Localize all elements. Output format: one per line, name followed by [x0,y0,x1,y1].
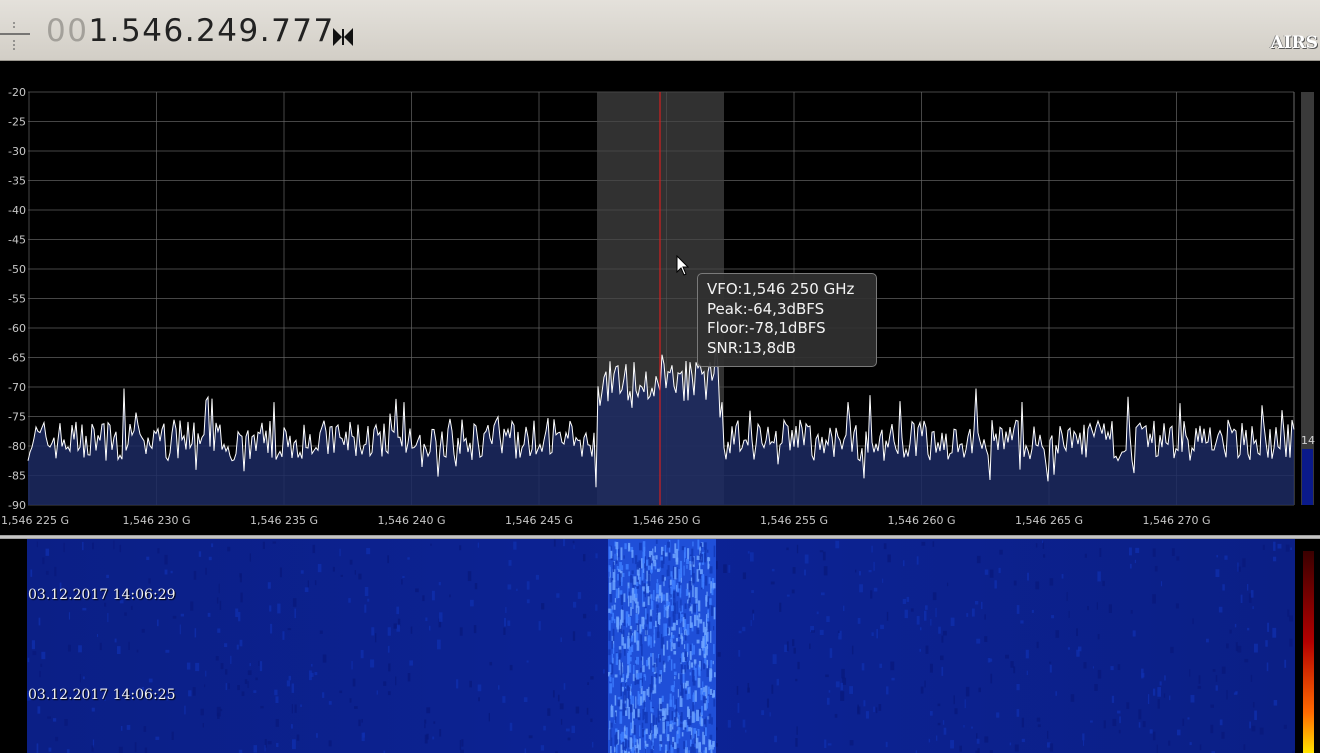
y-axis-tick-label: -25 [8,116,26,129]
y-axis-tick-label: -50 [8,263,26,276]
airspy-logo: AIRS [1270,33,1318,53]
y-axis-tick-label: -20 [8,86,26,99]
x-axis-labels: 1,546 225 G 1,546 230 G 1,546 235 G 1,546 2… [1,514,1211,527]
tooltip-floor: Floor:-78,1dBFS [707,319,826,337]
y-axis-tick-label: -90 [8,499,26,512]
vfo-tooltip: VFO:1,546 250 GHz Peak:-64,3dBFS Floor:-… [697,273,877,367]
tooltip-vfo: VFO:1,546 250 GHz [707,280,855,298]
waterfall-timestamp: 03.12.2017 14:06:25 [28,687,176,703]
x-axis-tick-label: 1,546 245 G [505,514,573,527]
x-axis-tick-label: 1,546 235 G [250,514,318,527]
waterfall-timestamp: 03.12.2017 14:06:29 [28,587,176,603]
x-axis-tick-label: 1,546 265 G [1015,514,1083,527]
y-axis-tick-label: -35 [8,175,26,188]
y-axis-tick-label: -65 [8,352,26,365]
x-axis-tick-label: 1,546 230 G [122,514,190,527]
frequency-leading-digits[interactable]: 00 [46,13,88,49]
x-axis-tick-label: 1,546 270 G [1142,514,1210,527]
y-axis-tick-label: -30 [8,145,26,158]
x-axis-tick-label: 1,546 225 G [1,514,69,527]
y-axis-tick-label: -75 [8,411,26,424]
level-meter-bar [1302,449,1313,505]
tooltip-snr: SNR:13,8dB [707,338,796,357]
y-axis-tick-label: -55 [8,293,26,306]
y-axis-tick-label: -45 [8,234,26,247]
spectrum-chart[interactable]: -20 -25 -30 -35 -40 -45 -50 -55 -60 -65 -70 -75 -80 -… [0,62,1320,536]
y-axis-tick-label: -85 [8,470,26,483]
x-axis-tick-label: 1,546 250 G [632,514,700,527]
y-axis-tick-label: -60 [8,322,26,335]
frequency-display[interactable]: 001.546.249.777 [46,13,335,50]
x-axis-tick-label: 1,546 260 G [887,514,955,527]
mouse-pointer-icon [676,255,690,276]
waterfall-panel[interactable]: 03.12.2017 14:06:29 03.12.2017 14:06:25 [0,539,1320,753]
level-meter-value: 14 [1301,434,1315,447]
y-axis-labels: -20 -25 -30 -35 -40 -45 -50 -55 -60 -65 -70 -75 -80 -… [8,86,26,512]
menu-grip-icon[interactable] [0,22,34,52]
frequency-value[interactable]: 1.546.249.777 [88,13,334,49]
waterfall-canvas [0,539,1320,753]
spectrum-panel[interactable]: -20 -25 -30 -35 -40 -45 -50 -55 -60 -65 -70 -75 -80 -… [0,62,1320,536]
waterfall-colorscale [1303,551,1314,753]
y-axis-tick-label: -80 [8,440,26,453]
y-axis-tick-label: -70 [8,381,26,394]
x-axis-tick-label: 1,546 255 G [760,514,828,527]
tooltip-peak: Peak:-64,3dBFS [707,299,825,318]
x-axis-tick-label: 1,546 240 G [377,514,445,527]
y-axis-tick-label: -40 [8,204,26,217]
bowtie-tune-icon[interactable] [331,26,355,48]
frequency-toolbar: 001.546.249.777 AIRS [0,0,1320,61]
